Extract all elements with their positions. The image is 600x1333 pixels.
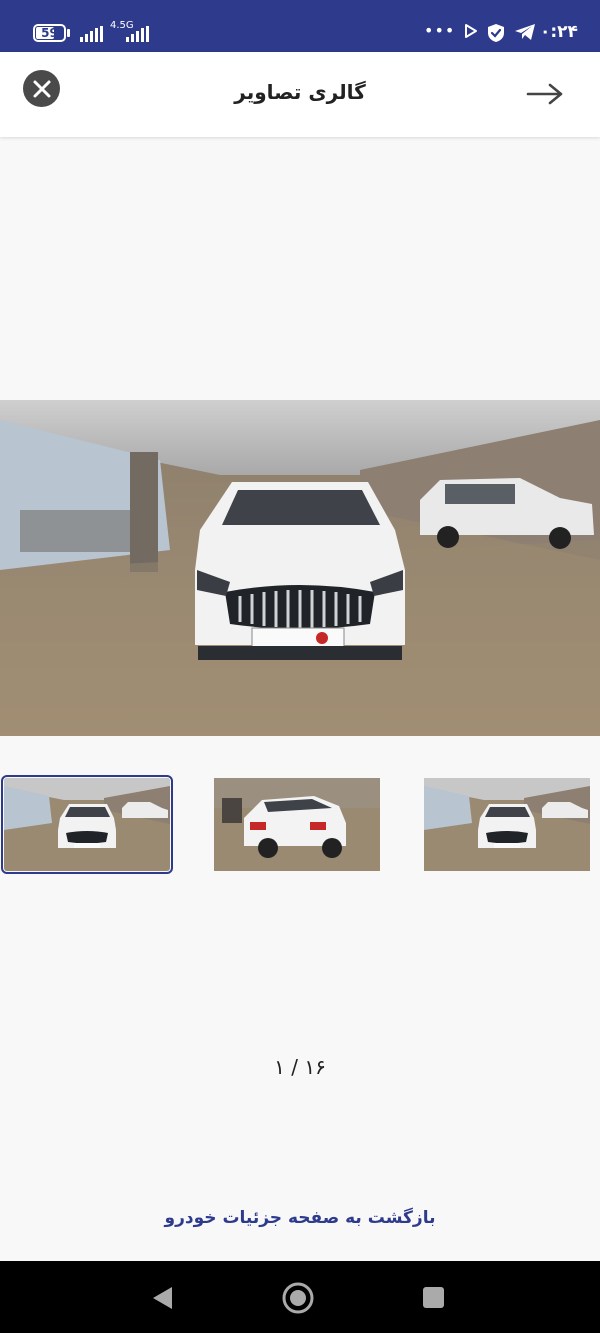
system-nav-bar bbox=[0, 1261, 600, 1333]
nav-home-icon[interactable] bbox=[281, 1281, 315, 1315]
thumbnail-front-view[interactable] bbox=[1, 775, 173, 874]
thumbnail-rear-view[interactable] bbox=[214, 778, 380, 871]
shield-icon bbox=[488, 24, 504, 42]
arrow-right-icon[interactable] bbox=[526, 82, 564, 106]
nav-back-icon[interactable] bbox=[150, 1285, 174, 1311]
play-icon bbox=[465, 24, 477, 38]
signal-icon bbox=[80, 26, 103, 42]
image-counter: ۱ / ۱۶ bbox=[274, 1055, 326, 1079]
app-header: گالری تصاویر bbox=[0, 52, 600, 137]
battery-icon: 59 bbox=[33, 24, 71, 42]
nav-recent-apps-icon[interactable] bbox=[423, 1287, 444, 1308]
signal-icon bbox=[126, 26, 149, 42]
battery-level: 59 bbox=[41, 26, 58, 40]
status-bar: 59 4.5G ••• ۰:۲۴ bbox=[0, 0, 600, 52]
status-time: ۰:۲۴ bbox=[540, 22, 578, 42]
page-title: گالری تصاویر bbox=[234, 80, 366, 104]
back-to-car-details-link[interactable]: بازگشت به صفحه جزئیات خودرو bbox=[0, 1208, 600, 1228]
thumbnail-front-view[interactable] bbox=[424, 778, 590, 871]
more-dots-icon: ••• bbox=[424, 21, 456, 40]
telegram-icon bbox=[515, 24, 535, 40]
main-car-photo[interactable] bbox=[0, 400, 600, 736]
